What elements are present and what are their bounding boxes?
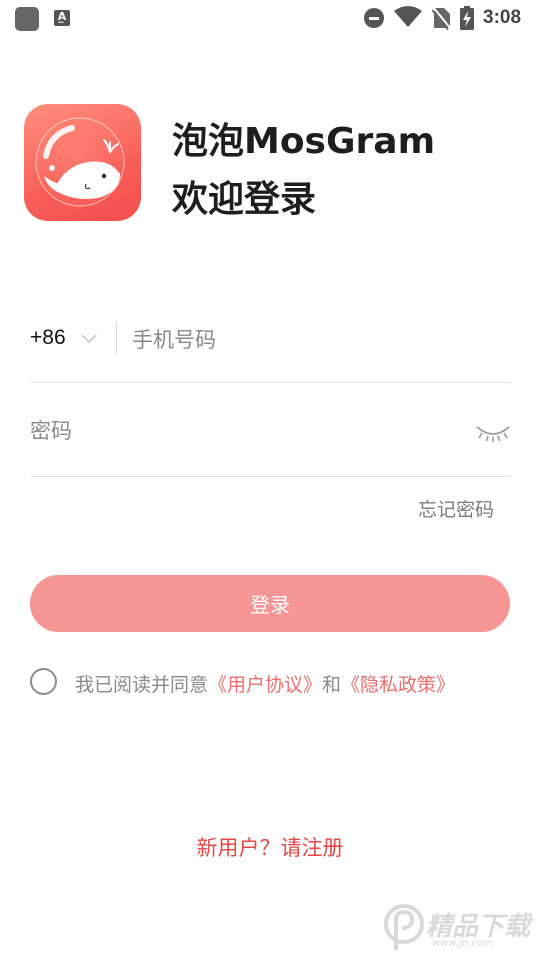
app-logo: [24, 104, 141, 221]
agreement-checkbox[interactable]: [30, 668, 57, 695]
forgot-password-link[interactable]: 忘记密码: [418, 495, 494, 522]
eye-closed-icon[interactable]: [474, 419, 512, 443]
welcome-heading: 欢迎登录: [172, 179, 317, 220]
no-sim-icon: [432, 6, 452, 30]
divider: [30, 382, 510, 383]
divider: [30, 476, 510, 477]
do-not-disturb-icon: [364, 8, 384, 28]
login-button[interactable]: 登录: [30, 575, 510, 632]
whale-bubble-logo-icon: [35, 117, 125, 207]
password-row: [30, 405, 510, 475]
divider: [116, 322, 117, 354]
chevron-down-icon[interactable]: [81, 334, 97, 344]
agreement-row: 我已阅读并同意《用户协议》和《隐私政策》: [30, 668, 510, 700]
app-icon: [15, 7, 39, 31]
wifi-icon: [394, 6, 422, 27]
agreement-and: 和: [322, 674, 342, 696]
app-name-title: 泡泡MosGram: [172, 121, 436, 162]
register-link[interactable]: 新用户？请注册: [0, 832, 540, 862]
watermark-url: www.jb.com: [432, 938, 493, 949]
country-code-select[interactable]: +86: [30, 326, 66, 350]
phone-number-input[interactable]: [132, 320, 502, 360]
watermark: 精品下载 www.jb.com: [382, 900, 540, 956]
status-bar: A 3:08: [0, 0, 540, 36]
battery-charging-icon: [460, 6, 474, 30]
agreement-text: 我已阅读并同意《用户协议》和《隐私政策》: [75, 670, 455, 697]
a-notification-icon: A: [54, 10, 70, 28]
privacy-policy-link[interactable]: 《隐私政策》: [341, 674, 455, 696]
phone-row: +86: [30, 312, 510, 382]
watermark-logo-icon: [384, 904, 424, 950]
password-input[interactable]: [30, 411, 450, 451]
agreement-prefix: 我已阅读并同意: [75, 674, 209, 696]
user-agreement-link[interactable]: 《用户协议》: [208, 674, 322, 696]
clock: 3:08: [483, 7, 522, 28]
